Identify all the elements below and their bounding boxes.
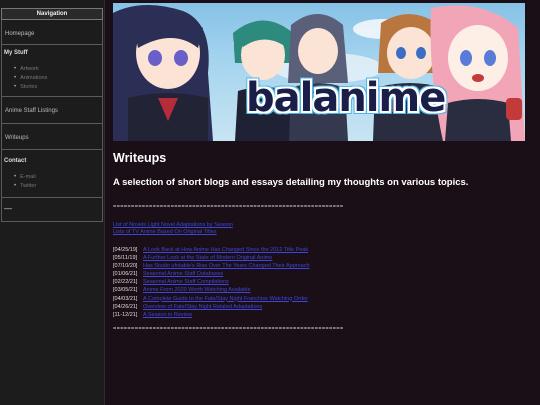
sidebar-item-contact[interactable]: Contact [4,158,102,164]
sidebar-item-anime-staff-listings[interactable]: Anime Staff Listings [1,97,103,124]
entry-date: [04/25/19] [113,247,138,253]
list-item: [04/26/21] Overview of Fate/Stay Night Re… [113,303,533,311]
sidebar-item-twitter[interactable]: Twitter [14,182,102,191]
entry-link[interactable]: Overview of Fate/Stay Night Related Adap… [143,304,262,310]
writeup-list: [04/25/19] A Look Back at How Anime Has C… [113,246,533,319]
entry-date: [02/22/21] [113,279,138,286]
list-item: [07/10/20] Has Studio ufotable's Rise Ove… [113,262,533,270]
divider-top: ========================================… [113,203,344,210]
sidebar-item-artwork[interactable]: Artwork [14,65,102,74]
entry-link[interactable]: Anime From 2020 Worth Watching Available [143,287,251,293]
divider-bottom: ========================================… [113,324,344,332]
list-item: [01/06/21] Seasonal Anime Staff Databases [113,270,533,278]
entry-link[interactable]: Has Studio ufotable's Rise Over The Year… [143,263,310,269]
entry-date: [01/06/21] [113,271,138,278]
sidebar-item-misc[interactable]: — [1,198,103,222]
entry-date: [03/05/21] [113,287,138,294]
list-item: [04/03/21] A Complete Guide to the Fate/S… [113,295,533,303]
my-stuff-list: Artwork Animations Stories [14,65,102,92]
entry-date: [05/11/19] [113,255,138,262]
list-item: [05/11/19] A Further Look at the State of… [113,254,533,262]
list-item: [02/22/21] Seasonal Anime Staff Compilati… [113,278,533,286]
header-banner: balanime [113,3,525,141]
entry-link[interactable]: Seasonal Anime Staff Databases [143,271,223,277]
sidebar-item-animations[interactable]: Animations [14,74,102,83]
list-item: [11-12/21] A Season in Review [113,311,533,319]
sidebar-item-stories[interactable]: Stories [14,83,102,92]
sidebar-item-email[interactable]: E-mail [14,173,102,182]
entry-date: [11-12/21] [113,311,138,318]
entry-date: [04/03/21] [113,295,138,302]
page-title: Writeups [113,151,167,165]
top-links: List of Novels Light Novel Adaptations b… [113,222,533,236]
entry-link[interactable]: A Further Look at the State of Modern Or… [143,255,272,261]
entry-link[interactable]: A Season in Review [143,312,192,318]
link-original-titles[interactable]: Lists of TV Anime Based On Original Titl… [113,229,533,236]
sidebar-item-writeups[interactable]: Writeups [1,124,103,150]
sidebar-item-homepage[interactable]: Homepage [1,20,103,45]
sidebar-section-my-stuff: My Stuff Artwork Animations Stories [1,45,103,97]
entry-link[interactable]: A Complete Guide to the Fate/Stay Night … [143,296,308,302]
sidebar-item-my-stuff[interactable]: My Stuff [4,50,102,56]
entry-date: [07/10/20] [113,263,138,270]
entry-date: [04/26/21] [113,303,138,310]
page-subtitle: A selection of short blogs and essays de… [113,177,469,188]
entry-link[interactable]: Seasonal Anime Staff Compilations [143,279,229,285]
nav-title: Navigation [1,8,103,20]
sidebar: Navigation Homepage My Stuff Artwork Ani… [0,0,105,405]
main-content: Writeups A selection of short blogs and … [113,150,533,332]
entry-link[interactable]: A Look Back at How Anime Has Changed Sin… [143,247,308,253]
sidebar-section-contact: Contact E-mail Twitter [1,150,103,198]
site-logo[interactable]: balanime [246,75,446,121]
list-item: [03/05/21] Anime From 2020 Worth Watching… [113,286,533,294]
link-light-novel-adaptations[interactable]: List of Novels Light Novel Adaptations b… [113,222,533,229]
contact-list: E-mail Twitter [14,173,102,191]
list-item: [04/25/19] A Look Back at How Anime Has C… [113,246,533,254]
